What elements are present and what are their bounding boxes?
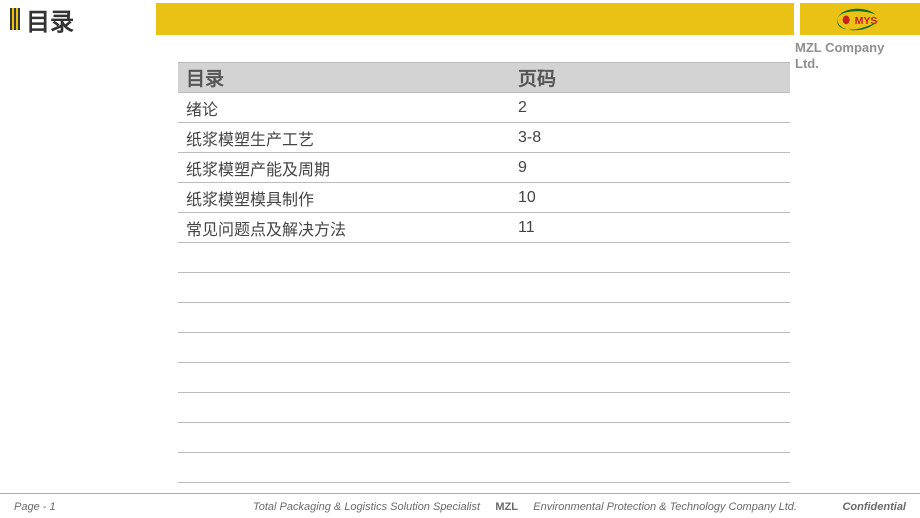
toc-page: 10 [510,183,790,212]
company-logo: MYS [800,3,920,35]
toc-page [510,333,790,362]
toc-page: 9 [510,153,790,182]
toc-title: 纸浆模塑生产工艺 [178,123,510,152]
toc-title [178,273,510,302]
toc-title: 纸浆模塑产能及周期 [178,153,510,182]
toc-page [510,303,790,332]
table-row: 纸浆模塑产能及周期 9 [178,153,790,183]
toc-title [178,453,510,482]
toc-title [178,393,510,422]
table-row [178,333,790,363]
toc-page [510,453,790,482]
toc-title [178,333,510,362]
toc-title [178,423,510,452]
toc-header-page: 页码 [510,63,790,92]
footer-center-bold: MZL [495,501,518,513]
toc-page [510,243,790,272]
table-row [178,303,790,333]
toc-page: 3-8 [510,123,790,152]
toc-page [510,423,790,452]
top-bar: 目录 MYS [0,3,920,35]
footer-center-left: Total Packaging & Logistics Solution Spe… [253,501,480,513]
table-row [178,423,790,453]
table-row [178,453,790,483]
toc-header-title: 目录 [178,63,510,92]
confidential-label: Confidential [800,501,920,513]
footer-divider [0,493,920,494]
toc-header-row: 目录 页码 [178,63,790,93]
table-row [178,273,790,303]
company-name: MZL Company Ltd. [795,40,910,71]
toc-title: 纸浆模塑模具制作 [178,183,510,212]
toc-page [510,393,790,422]
table-row: 纸浆模塑生产工艺 3-8 [178,123,790,153]
logo-text: MYS [855,16,878,27]
toc-page: 2 [510,93,790,122]
toc-title: 常见问题点及解决方法 [178,213,510,242]
page-number: Page - 1 [0,501,250,513]
toc-title [178,303,510,332]
toc-page: 11 [510,213,790,242]
toc-page [510,273,790,302]
slide-title: 目录 [26,2,74,37]
table-row: 常见问题点及解决方法 11 [178,213,790,243]
top-accent-bar [156,3,794,35]
title-stripe-icon [10,8,20,30]
mys-logo-icon: MYS [833,6,887,32]
footer-center-right: Environmental Protection & Technology Co… [533,501,797,513]
toc-table: 目录 页码 绪论 2 纸浆模塑生产工艺 3-8 纸浆模塑产能及周期 9 纸浆模塑… [178,62,790,483]
table-row [178,243,790,273]
toc-title [178,243,510,272]
table-row: 纸浆模塑模具制作 10 [178,183,790,213]
toc-title [178,363,510,392]
table-row [178,393,790,423]
table-row [178,363,790,393]
toc-title: 绪论 [178,93,510,122]
toc-page [510,363,790,392]
footer-center: Total Packaging & Logistics Solution Spe… [250,501,800,513]
title-block: 目录 [0,3,150,35]
table-row: 绪论 2 [178,93,790,123]
footer: Page - 1 Total Packaging & Logistics Sol… [0,496,920,518]
